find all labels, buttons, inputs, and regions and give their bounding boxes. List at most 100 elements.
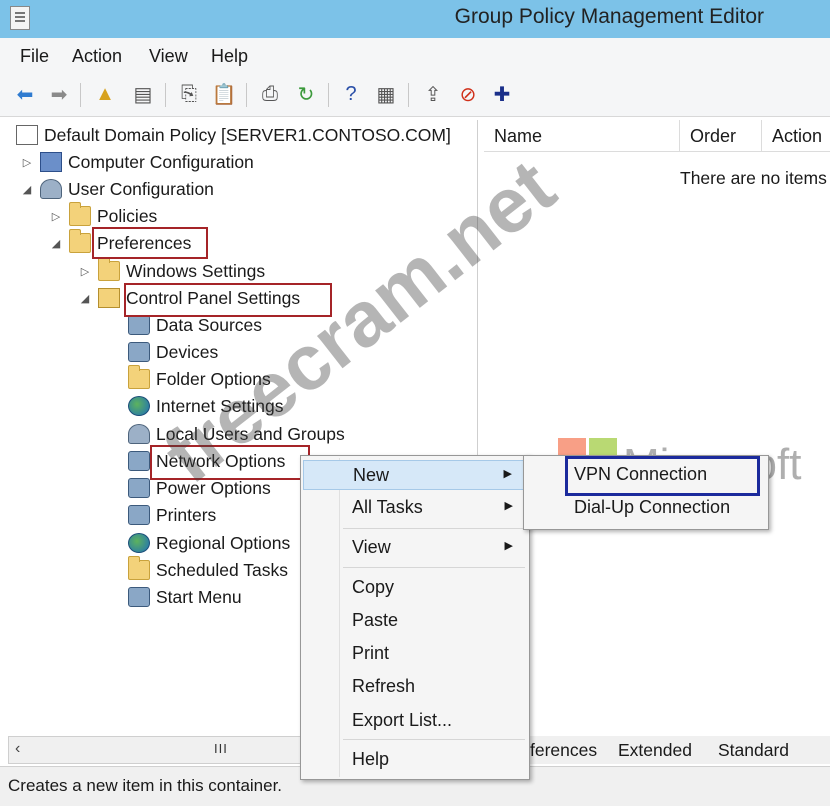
column-header-name[interactable]: Name <box>484 120 680 152</box>
tree-printers[interactable]: Printers <box>128 502 216 528</box>
tree-devices[interactable]: Devices <box>128 339 218 365</box>
preferences-highlight-box <box>92 227 208 259</box>
expand-arrow-icon[interactable]: ▷ <box>49 210 63 223</box>
tab-extended[interactable]: Extended <box>618 740 692 761</box>
computer-icon <box>40 152 62 172</box>
toolbar: ⬅ ➡ ▲ ▤ ⎘ 📋 ⎙ ↻ ? ▦ ⇪ ⊘ ✚ <box>0 73 830 117</box>
devices-icon <box>128 342 150 362</box>
collapse-arrow-icon[interactable]: ◢ <box>20 183 34 196</box>
submenu-arrow-icon: ▶ <box>504 540 513 552</box>
toolbar-separator <box>408 83 409 107</box>
folder-options-icon <box>128 365 150 389</box>
menu-item-copy[interactable]: Copy <box>303 573 527 603</box>
tree-start-menu[interactable]: Start Menu <box>128 584 242 610</box>
column-header-action[interactable]: Action <box>762 120 830 152</box>
menu-item-help[interactable]: Help <box>303 745 527 775</box>
tree-label: Local Users and Groups <box>156 423 345 444</box>
tree-local-users-and-groups[interactable]: Local Users and Groups <box>128 421 345 447</box>
menu-item-label: All Tasks <box>352 497 423 517</box>
toolbar-separator <box>328 83 329 107</box>
vpn-connection-highlight-box <box>565 456 760 496</box>
scroll-grip[interactable]: III <box>214 741 228 756</box>
menu-item-all-tasks[interactable]: All Tasks ▶ <box>303 493 527 523</box>
tree-policies[interactable]: ▷ Policies <box>49 202 158 229</box>
regional-options-icon <box>128 533 150 553</box>
menu-view[interactable]: View <box>149 46 188 67</box>
tree-user-configuration[interactable]: ◢ User Configuration <box>20 176 214 202</box>
back-arrow-icon[interactable]: ⬅ <box>12 81 38 107</box>
up-folder-icon[interactable]: ▲ <box>92 81 118 107</box>
internet-settings-icon <box>128 396 150 416</box>
collapse-arrow-icon[interactable]: ◢ <box>78 292 92 305</box>
control-panel-icon <box>98 288 120 308</box>
show-hide-tree-icon[interactable]: ▤ <box>130 81 156 107</box>
start-menu-icon <box>128 587 150 607</box>
status-text: Creates a new item in this container. <box>8 776 283 795</box>
copy-icon[interactable]: ⎘ <box>176 81 202 107</box>
menu-separator <box>343 567 525 568</box>
toolbar-separator <box>165 83 166 107</box>
tree-label: Scheduled Tasks <box>156 559 288 580</box>
printers-icon <box>128 505 150 525</box>
tree-label: Printers <box>156 504 217 525</box>
local-users-icon <box>128 424 150 444</box>
control-panel-settings-highlight-box <box>124 283 332 317</box>
menu-item-new[interactable]: New ▶ <box>303 460 527 490</box>
scroll-left-icon[interactable]: ‹ <box>15 740 20 758</box>
menu-item-print[interactable]: Print <box>303 639 527 669</box>
menu-item-refresh[interactable]: Refresh <box>303 672 527 702</box>
export-icon[interactable]: ⇪ <box>420 81 446 107</box>
context-menu: New ▶ All Tasks ▶ View ▶ Copy Paste Prin… <box>300 455 530 780</box>
add-icon[interactable]: ✚ <box>489 81 515 107</box>
tab-preferences[interactable]: ferences <box>530 740 597 761</box>
tree-label: Policies <box>97 205 158 226</box>
help-icon[interactable]: ? <box>338 81 364 107</box>
tree-windows-settings[interactable]: ▷ Windows Settings <box>78 257 266 284</box>
menu-item-view[interactable]: View ▶ <box>303 533 527 563</box>
folder-icon <box>69 202 91 226</box>
empty-list-message: There are no items <box>680 168 827 188</box>
users-icon <box>40 179 62 199</box>
tab-standard[interactable]: Standard <box>718 740 789 761</box>
details-pane[interactable]: Name Order Action There are no items <box>484 120 830 736</box>
tree-folder-options[interactable]: Folder Options <box>128 365 271 392</box>
stop-icon[interactable]: ⊘ <box>455 81 481 107</box>
paste-icon[interactable]: 📋 <box>211 81 237 107</box>
tree-label: Default Domain Policy [SERVER1.CONTOSO.C… <box>44 124 451 145</box>
tree-regional-options[interactable]: Regional Options <box>128 530 290 556</box>
folder-icon <box>98 257 120 281</box>
tree-root-policy[interactable]: Default Domain Policy [SERVER1.CONTOSO.C… <box>16 122 451 148</box>
menu-action[interactable]: Action <box>72 46 122 67</box>
policy-icon <box>16 125 38 145</box>
tree-label: Windows Settings <box>126 260 266 281</box>
menu-item-label: New <box>353 465 390 485</box>
collapse-arrow-icon[interactable]: ◢ <box>49 237 63 250</box>
tree-computer-configuration[interactable]: ▷ Computer Configuration <box>20 149 254 175</box>
submenu-arrow-icon: ▶ <box>503 468 512 480</box>
expand-arrow-icon[interactable]: ▷ <box>78 265 92 278</box>
tree-label: Folder Options <box>156 368 271 389</box>
tree-internet-settings[interactable]: Internet Settings <box>128 393 283 419</box>
tree-scheduled-tasks[interactable]: Scheduled Tasks <box>128 556 288 583</box>
menu-help[interactable]: Help <box>211 46 248 67</box>
data-sources-icon <box>128 315 150 335</box>
tree-label: Devices <box>156 341 219 362</box>
forward-arrow-icon[interactable]: ➡ <box>46 81 72 107</box>
column-header-order[interactable]: Order <box>680 120 762 152</box>
menu-item-export-list[interactable]: Export List... <box>303 706 527 736</box>
view-tabs: ferences Extended Standard <box>484 736 830 764</box>
menu-item-dial-up-connection[interactable]: Dial-Up Connection <box>530 493 764 523</box>
scheduled-tasks-icon <box>128 556 150 580</box>
tree-label: Regional Options <box>156 532 291 553</box>
menu-item-paste[interactable]: Paste <box>303 606 527 636</box>
refresh-icon[interactable]: ↻ <box>293 81 319 107</box>
expand-arrow-icon[interactable]: ▷ <box>20 156 34 169</box>
network-options-icon <box>128 451 150 471</box>
tree-horizontal-scrollbar[interactable]: ‹ III <box>8 736 308 764</box>
menu-separator <box>343 739 525 740</box>
menu-file[interactable]: File <box>20 46 49 67</box>
properties-icon[interactable]: ▦ <box>373 81 399 107</box>
menu-item-label: View <box>352 537 391 557</box>
print-icon[interactable]: ⎙ <box>257 81 283 107</box>
tree-label: Computer Configuration <box>68 151 254 172</box>
